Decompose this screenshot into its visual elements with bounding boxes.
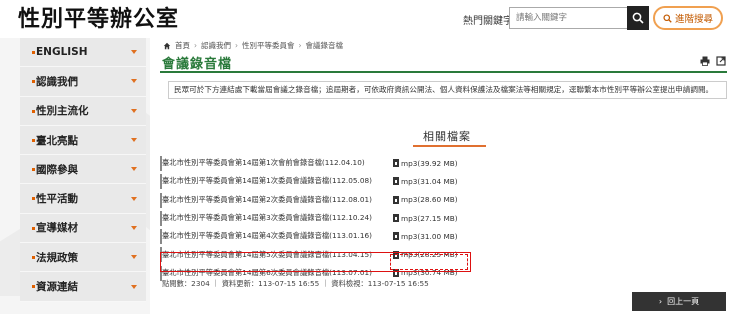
bullet-icon bbox=[32, 138, 35, 142]
chevron-down-icon bbox=[131, 108, 137, 113]
search-input[interactable] bbox=[509, 7, 628, 29]
chevron-down-icon bbox=[131, 255, 137, 260]
breadcrumb-separator: › bbox=[298, 41, 302, 50]
download-link[interactable]: mp3(31.00 MB) bbox=[393, 232, 458, 241]
bullet-icon bbox=[32, 256, 35, 260]
file-title: 臺北市性別平等委員會第14屆第1次委員會議錄音檔(112.05.08) bbox=[162, 176, 372, 186]
breadcrumb-separator: › bbox=[235, 41, 238, 50]
hot-keyword-label: 熱門關鍵字 bbox=[463, 16, 513, 27]
chevron-down-icon bbox=[131, 284, 137, 289]
file-icon bbox=[393, 214, 399, 223]
sidebar-item-english[interactable]: ENGLISH bbox=[20, 38, 146, 68]
back-button[interactable]: › 回上一頁 bbox=[632, 292, 726, 311]
page-tools bbox=[700, 56, 726, 66]
file-icon bbox=[393, 159, 399, 168]
search-button[interactable] bbox=[627, 6, 649, 30]
chevron-down-icon bbox=[131, 50, 137, 55]
bullet-icon bbox=[32, 51, 35, 54]
chevron-down-icon bbox=[131, 196, 137, 201]
chevron-down-icon bbox=[131, 167, 137, 172]
bullet-icon bbox=[32, 285, 35, 289]
file-list: 臺北市性別平等委員會第14屆第1次會前會錄音檔(112.04.10) mp3(39… bbox=[160, 154, 482, 282]
advanced-search-button[interactable]: 進階搜尋 bbox=[653, 6, 723, 30]
sidebar-item-activities[interactable]: 性平活動 bbox=[20, 184, 146, 214]
download-link[interactable]: mp3(27.15 MB) bbox=[393, 214, 458, 223]
list-item: 臺北市性別平等委員會第14屆第5次委員會議錄音檔(113.04.15) mp3(2… bbox=[160, 245, 482, 263]
title-divider bbox=[160, 71, 727, 73]
download-link[interactable]: mp3(39.92 MB) bbox=[393, 159, 458, 168]
sidebar-item-about[interactable]: 認識我們 bbox=[20, 67, 146, 97]
bullet-icon bbox=[32, 80, 35, 84]
list-item: 臺北市性別平等委員會第14屆第1次會前會錄音檔(112.04.10) mp3(39… bbox=[160, 154, 482, 172]
breadcrumb: 首頁 › 認識我們 › 性別平等委員會 › 會議錄音檔 bbox=[163, 40, 343, 51]
search-icon bbox=[663, 13, 672, 23]
breadcrumb-current: 會議錄音檔 bbox=[305, 41, 344, 50]
download-link[interactable]: mp3(28.60 MB) bbox=[393, 195, 458, 204]
file-icon bbox=[393, 268, 399, 277]
chevron-down-icon bbox=[131, 225, 137, 230]
bullet-icon bbox=[32, 109, 35, 113]
file-title: 臺北市性別平等委員會第14屆第5次委員會議錄音檔(113.04.15) bbox=[162, 249, 372, 259]
share-icon[interactable] bbox=[716, 56, 726, 66]
list-item: 臺北市性別平等委員會第14屆第2次委員會議錄音檔(112.08.01) mp3(2… bbox=[160, 191, 482, 209]
related-heading-underline bbox=[413, 145, 486, 147]
breadcrumb-home[interactable]: 首頁 bbox=[175, 40, 190, 51]
file-icon bbox=[393, 232, 399, 241]
list-item: 臺北市性別平等委員會第14屆第4次委員會議錄音檔(113.01.16) mp3(3… bbox=[160, 227, 482, 245]
sidebar-item-highlights[interactable]: 臺北亮點 bbox=[20, 125, 146, 156]
chevron-down-icon bbox=[131, 79, 137, 84]
download-link[interactable]: mp3(30.74 MB) bbox=[393, 268, 458, 277]
page-title: 會議錄音檔 bbox=[162, 57, 233, 72]
back-button-label: 回上一頁 bbox=[667, 297, 700, 306]
home-icon bbox=[163, 42, 171, 49]
sidebar-item-international[interactable]: 國際參與 bbox=[20, 155, 146, 185]
bullet-icon bbox=[32, 168, 35, 172]
chevron-down-icon bbox=[131, 138, 137, 143]
site-logo[interactable]: 性別平等辦公室 bbox=[18, 4, 179, 34]
breadcrumb-separator: › bbox=[194, 41, 197, 50]
file-title: 臺北市性別平等委員會第14屆第6次委員會議錄音檔(113.07.01) bbox=[162, 267, 372, 277]
file-title: 臺北市性別平等委員會第14屆第1次會前會錄音檔(112.04.10) bbox=[162, 158, 365, 168]
file-title: 臺北市性別平等委員會第14屆第3次委員會議錄音檔(112.10.24) bbox=[162, 213, 372, 223]
sidebar-item-resources[interactable]: 資源連結 bbox=[20, 272, 146, 302]
file-title: 臺北市性別平等委員會第14屆第2次委員會議錄音檔(112.08.01) bbox=[162, 194, 372, 204]
search-icon bbox=[632, 12, 644, 24]
download-link[interactable]: mp3(28.25 MB) bbox=[393, 250, 458, 259]
chevron-right-icon: › bbox=[658, 297, 663, 306]
advanced-search-label: 進階搜尋 bbox=[674, 14, 713, 25]
file-icon bbox=[393, 195, 399, 204]
list-item: 臺北市性別平等委員會第14屆第1次委員會議錄音檔(112.05.08) mp3(3… bbox=[160, 172, 482, 190]
bullet-icon bbox=[32, 226, 35, 230]
list-item: 臺北市性別平等委員會第14屆第3次委員會議錄音檔(112.10.24) mp3(2… bbox=[160, 209, 482, 227]
sidebar-nav: ENGLISH 認識我們 性別主流化 臺北亮點 國際參與 性平活動 宣導媒材 法… bbox=[20, 38, 146, 302]
bullet-icon bbox=[32, 197, 35, 201]
print-icon[interactable] bbox=[700, 56, 710, 66]
breadcrumb-committee[interactable]: 性別平等委員會 bbox=[242, 40, 295, 51]
sidebar-item-gender-mainstreaming[interactable]: 性別主流化 bbox=[20, 96, 146, 126]
file-icon bbox=[393, 177, 399, 186]
download-link[interactable]: mp3(31.04 MB) bbox=[393, 177, 458, 186]
file-icon bbox=[393, 250, 399, 259]
sidebar-item-media[interactable]: 宣導媒材 bbox=[20, 213, 146, 244]
related-files-heading: 相關檔案 bbox=[423, 130, 471, 143]
breadcrumb-about[interactable]: 認識我們 bbox=[201, 40, 231, 51]
file-title: 臺北市性別平等委員會第14屆第4次委員會議錄音檔(113.01.16) bbox=[162, 231, 372, 241]
notice-text: 民眾可於下方連結處下載當屆會議之錄音檔；追屆期者，可依政府資訊公開法、個人資料保… bbox=[168, 81, 727, 99]
sidebar-item-regulations[interactable]: 法規政策 bbox=[20, 243, 146, 273]
page-meta: 點閱數：2304 ｜ 資料更新：113-07-15 16:55 ｜ 資料檢視：1… bbox=[162, 279, 429, 288]
